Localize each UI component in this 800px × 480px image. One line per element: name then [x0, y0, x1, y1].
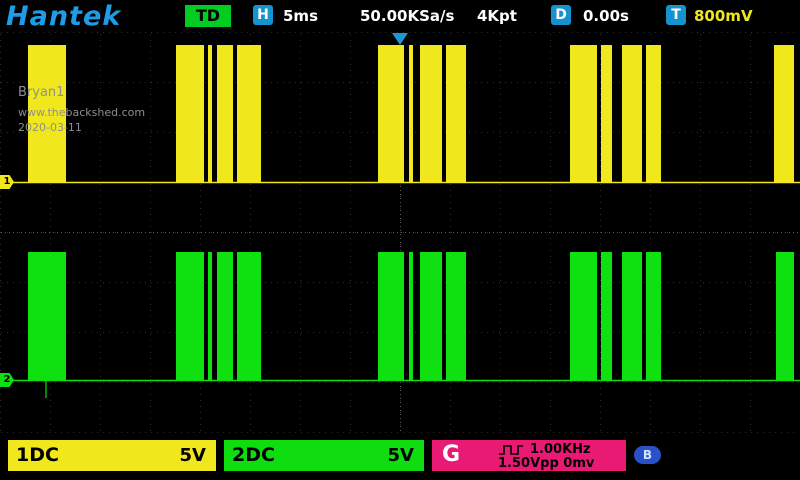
- ch1-coupling-label: 1DC: [16, 444, 59, 466]
- generator-frequency: 1.00KHz: [530, 442, 591, 457]
- ch2-info-box[interactable]: 2DC 5V: [224, 440, 424, 471]
- waveform-display: [0, 0, 800, 480]
- memory-depth-readout: 4Kpt: [477, 7, 517, 25]
- generator-label: G: [442, 442, 460, 467]
- square-wave-icon: [498, 444, 524, 456]
- horizontal-offset-readout: 0.00s: [583, 7, 629, 25]
- annotation-website: www.thebackshed.com: [18, 107, 145, 119]
- delay-badge-icon: D: [551, 5, 571, 25]
- ch1-volts-per-div: 5V: [180, 445, 206, 466]
- signal-generator-box[interactable]: G 1.00KHz 1.50Vpp 0mv: [432, 440, 626, 471]
- trigger-badge-icon: T: [666, 5, 686, 25]
- ch2-volts-per-div: 5V: [388, 445, 414, 466]
- annotation-username: Bryan1: [18, 86, 64, 100]
- usb-device-icon: B: [634, 446, 661, 464]
- oscilloscope-screen: Hantek TD H 5ms 50.00KSa/s 4Kpt D 0.00s …: [0, 0, 800, 480]
- ch1-info-box[interactable]: 1DC 5V: [8, 440, 216, 471]
- trigger-position-marker[interactable]: [392, 33, 408, 45]
- sample-rate-readout: 50.00KSa/s: [360, 7, 454, 25]
- trigger-level-readout: 800mV: [694, 7, 753, 25]
- annotation-date: 2020-03-11: [18, 122, 82, 134]
- timebase-readout: 5ms: [283, 7, 318, 25]
- trigger-status-badge: TD: [185, 5, 231, 27]
- horizontal-badge-icon: H: [253, 5, 273, 25]
- ch2-coupling-label: 2DC: [232, 444, 275, 466]
- generator-amplitude: 1.50Vpp 0mv: [498, 456, 594, 471]
- brand-logo: Hantek: [6, 1, 121, 32]
